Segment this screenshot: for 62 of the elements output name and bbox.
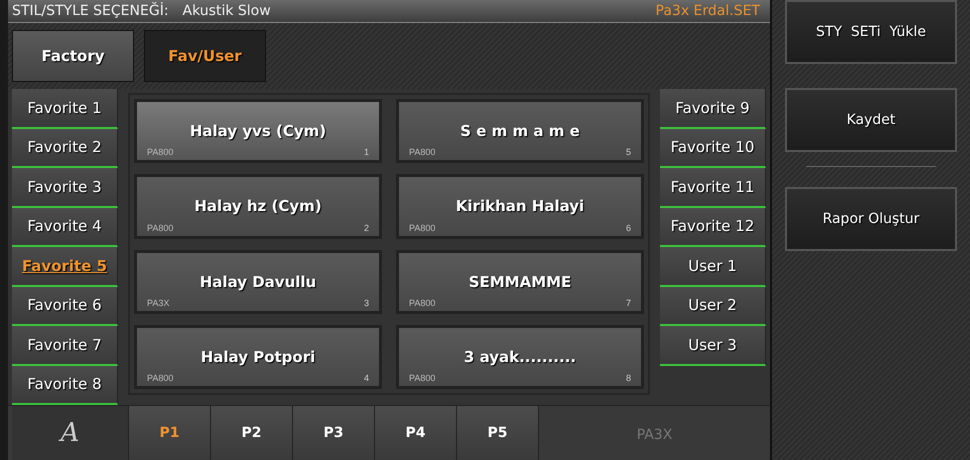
- bank-button[interactable]: Favorite 9: [660, 89, 766, 128]
- style-name: 3 ayak..........: [464, 348, 576, 366]
- bank-button[interactable]: Favorite 4: [12, 208, 118, 247]
- style-button[interactable]: Halay yvs (Cym) PA800 1: [134, 99, 382, 164]
- style-button[interactable]: SEMMAMME PA800 7: [396, 250, 644, 314]
- bank-button[interactable]: Favorite 8: [12, 366, 118, 405]
- set-name: Pa3x Erdal.SET: [656, 3, 760, 19]
- style-source: PA800: [147, 222, 174, 232]
- style-name: Halay Davullu: [200, 272, 316, 291]
- style-label: STIL/STYLE SEÇENEĞİ:: [12, 3, 169, 19]
- bank-button[interactable]: User 3: [660, 326, 766, 366]
- style-button[interactable]: Kirikhan Halayi PA800 6: [396, 174, 644, 238]
- action-button[interactable]: Rapor Oluştur: [785, 187, 957, 251]
- bank-button[interactable]: Favorite 11: [660, 168, 766, 208]
- style-number: 8: [626, 373, 631, 383]
- style-number: 5: [626, 147, 631, 158]
- tab[interactable]: Factory: [12, 30, 134, 82]
- bank-button[interactable]: Favorite 6: [12, 286, 118, 326]
- bank-button[interactable]: User 2: [660, 286, 766, 326]
- bank-button[interactable]: Favorite 1: [12, 89, 118, 128]
- style-button[interactable]: Halay Potpori PA800 4: [134, 324, 382, 389]
- style-number: 7: [626, 298, 631, 308]
- style-button[interactable]: S e m m a m e PA800 5: [396, 99, 644, 164]
- style-source: PA800: [147, 373, 174, 383]
- page-button[interactable]: P4: [374, 406, 456, 460]
- style-source: PA800: [409, 222, 436, 232]
- bank-button[interactable]: User 1: [660, 247, 766, 286]
- bank-button[interactable]: Favorite 5: [12, 247, 118, 286]
- style-source: PA800: [409, 298, 436, 308]
- style-number: 2: [364, 222, 369, 232]
- style-source: PA3X: [147, 298, 170, 308]
- action-button[interactable]: Kaydet: [785, 88, 957, 152]
- bank-button[interactable]: Favorite 12: [660, 208, 766, 247]
- style-name: Kirikhan Halayi: [456, 197, 584, 216]
- style-name: Halay yvs (Cym): [190, 122, 326, 140]
- style-name: S e m m a m e: [460, 122, 580, 140]
- tab[interactable]: Fav/User: [144, 30, 266, 82]
- style-source: PA800: [409, 373, 436, 383]
- style-name: SEMMAMME: [468, 272, 572, 291]
- style-number: 1: [364, 147, 369, 158]
- bank-button[interactable]: Favorite 7: [12, 326, 118, 366]
- style-source: PA800: [409, 147, 436, 158]
- style-number: 6: [626, 222, 631, 232]
- bank-button[interactable]: Favorite 2: [12, 128, 118, 168]
- style-button[interactable]: Halay hz (Cym) PA800 2: [134, 174, 382, 238]
- style-name: Halay Potpori: [200, 348, 316, 366]
- logo: A: [12, 406, 128, 460]
- page-button[interactable]: P1: [128, 406, 210, 460]
- action-button[interactable]: STY SETi Yükle: [785, 0, 957, 64]
- style-source: PA800: [147, 147, 174, 158]
- model-label: PA3X: [538, 406, 770, 460]
- bank-button[interactable]: Favorite 10: [660, 128, 766, 168]
- style-button[interactable]: Halay Davullu PA3X 3: [134, 250, 382, 314]
- page-button[interactable]: P3: [292, 406, 374, 460]
- style-name: Halay hz (Cym): [194, 197, 322, 216]
- page-button[interactable]: P5: [456, 406, 538, 460]
- style-button[interactable]: 3 ayak.......... PA800 8: [396, 324, 644, 389]
- style-number: 4: [364, 373, 369, 383]
- style-number: 3: [364, 298, 369, 308]
- bank-button[interactable]: Favorite 3: [12, 168, 118, 208]
- style-value: Akustik Slow: [182, 3, 272, 19]
- page-button[interactable]: P2: [210, 406, 292, 460]
